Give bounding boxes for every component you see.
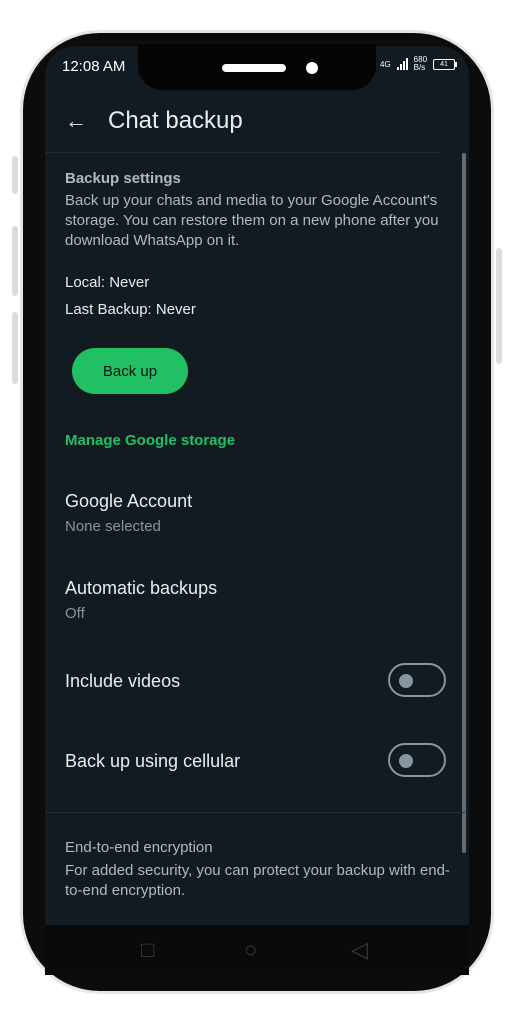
cellular-label: Back up using cellular [65, 751, 241, 771]
status-time: 12:08 AM [62, 58, 126, 75]
navigation-bar: □ ○ ◁ [45, 925, 469, 975]
backup-settings-title: Backup settings [65, 170, 181, 187]
battery-icon: 41 [433, 58, 458, 70]
back-icon[interactable]: ◁ [351, 937, 368, 963]
page-title: Chat backup [108, 107, 243, 134]
cellular-toggle[interactable] [388, 743, 446, 777]
status-indicators: 4G 680 B/s 41 [380, 56, 458, 72]
network-type: 4G [380, 59, 391, 69]
recent-apps-icon[interactable]: □ [141, 937, 154, 963]
back-up-button[interactable]: Back up [72, 348, 188, 394]
volume-button-bottom [12, 312, 18, 384]
google-account-title: Google Account [65, 491, 193, 511]
network-speed: 680 B/s [414, 56, 427, 72]
volume-button-top [12, 156, 18, 194]
encryption-title: End-to-end encryption [65, 839, 213, 856]
app-bar: ← Chat backup [45, 96, 465, 152]
front-camera-icon [306, 62, 318, 74]
last-backup-status: Last Backup: Never [65, 301, 196, 318]
section-divider [45, 812, 465, 813]
home-icon[interactable]: ○ [244, 937, 257, 963]
backup-settings-description: Back up your chats and media to your Goo… [65, 192, 439, 249]
camera-notch [138, 44, 376, 90]
automatic-backups-subtitle: Off [65, 605, 85, 622]
local-backup-status: Local: Never [65, 274, 150, 291]
toggle-knob [399, 674, 413, 688]
scrollbar[interactable] [462, 153, 466, 853]
app-bar-divider [45, 152, 440, 153]
power-button [496, 248, 502, 364]
manage-google-storage-link[interactable]: Manage Google storage [65, 432, 235, 449]
signal-icon [396, 58, 408, 70]
automatic-backups-title: Automatic backups [65, 578, 218, 598]
toggle-knob [399, 754, 413, 768]
include-videos-toggle[interactable] [388, 663, 446, 697]
include-videos-label: Include videos [65, 671, 181, 691]
back-arrow-icon[interactable]: ← [65, 108, 87, 134]
speaker-grille [222, 64, 286, 72]
encryption-description: For added security, you can protect your… [65, 862, 450, 899]
volume-button-middle [12, 226, 18, 296]
google-account-subtitle: None selected [65, 518, 161, 535]
speed-unit: B/s [413, 63, 426, 72]
